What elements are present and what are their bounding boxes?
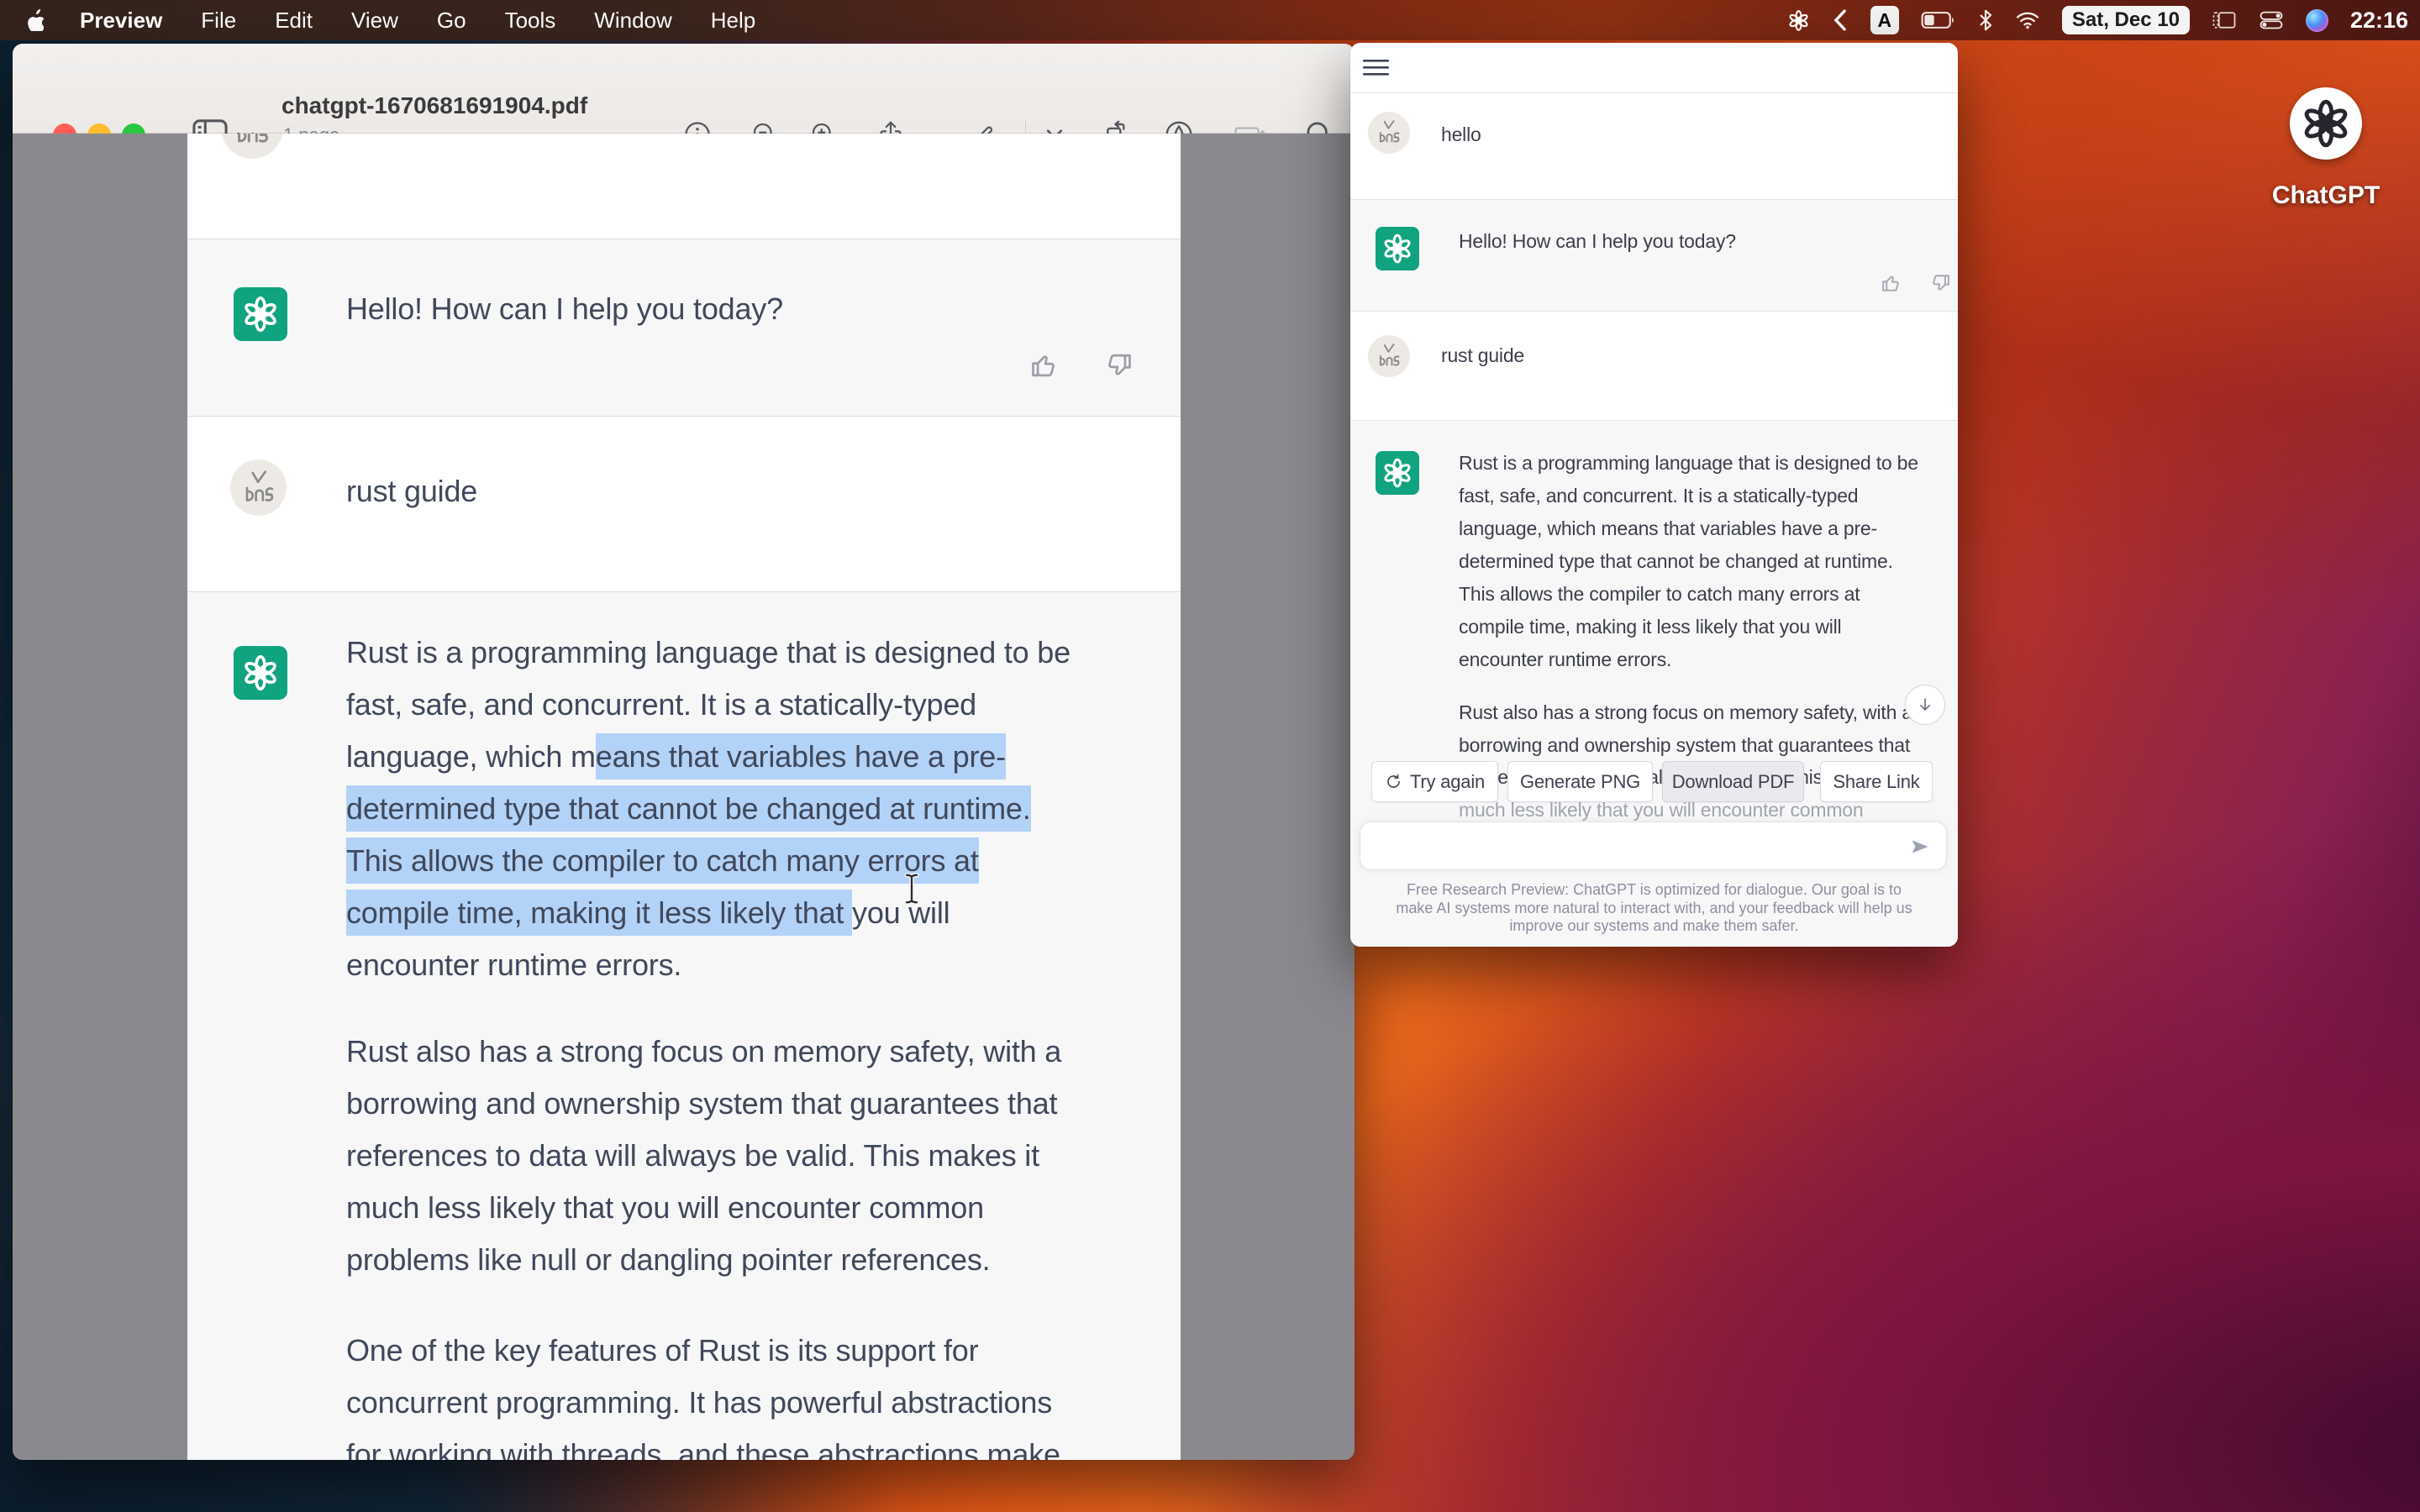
- chatgpt-avatar: [1376, 227, 1419, 270]
- wifi-icon[interactable]: [2015, 9, 2040, 31]
- chat-row-user-rust-guide: rust guide: [1350, 312, 1958, 420]
- selection-highlight: eans that variables have a pre-: [596, 733, 1006, 780]
- download-pdf-button[interactable]: Download PDF: [1662, 761, 1804, 802]
- pdf-row-user-rust-guide: rust guide: [187, 417, 1181, 591]
- chat-row-user-hello: hello: [1350, 93, 1958, 199]
- chat-row-assistant-hello: Hello! How can I help you today?: [1350, 200, 1958, 311]
- menu-go[interactable]: Go: [418, 0, 486, 40]
- user-avatar: [1368, 112, 1410, 154]
- pdf-row-user-hello: [187, 134, 1181, 239]
- pdf-row-assistant-hello: Hello! How can I help you today?: [187, 239, 1181, 416]
- chatgpt-avatar: [1376, 451, 1419, 495]
- chevron-left-icon[interactable]: [1832, 9, 1849, 31]
- user-avatar: [221, 134, 283, 159]
- thumbs-up-icon[interactable]: [1880, 271, 1903, 295]
- user-avatar: [1368, 335, 1410, 377]
- bluetooth-icon[interactable]: [1978, 8, 1993, 32]
- siri-icon[interactable]: [2306, 9, 2328, 32]
- retry-icon: [1385, 773, 1402, 790]
- send-icon[interactable]: [1909, 837, 1931, 857]
- text-line: determined type that cannot be changed a…: [346, 783, 1071, 835]
- menu-date[interactable]: Sat, Dec 10: [2062, 6, 2190, 34]
- apple-icon: [25, 9, 44, 31]
- download-pdf-label: Download PDF: [1672, 771, 1795, 793]
- share-link-button[interactable]: Share Link: [1820, 761, 1933, 802]
- text-line: This allows the compiler to catch many e…: [346, 835, 1071, 887]
- chat-input[interactable]: [1360, 822, 1947, 870]
- user-avatar: [230, 459, 287, 516]
- chat-paragraph-1: Rust is a programming language that is d…: [1459, 447, 1918, 676]
- selection-highlight: determined type that cannot be changed a…: [346, 785, 1031, 832]
- pdf-paragraph-1: Rust is a programming language that is d…: [346, 627, 1071, 991]
- apple-menu[interactable]: [0, 9, 60, 31]
- desktop-icon-chatgpt[interactable]: ChatGPT: [2259, 87, 2393, 210]
- chatgpt-window: hello Hello! How can I help you today? r…: [1350, 43, 1958, 947]
- selection-highlight: compile time, making it less likely that: [346, 890, 852, 936]
- text-line: language, which means that variables hav…: [346, 731, 1071, 783]
- pdf-row-assistant-rust: Rust is a programming language that is d…: [187, 592, 1181, 1460]
- menu-help[interactable]: Help: [692, 0, 775, 40]
- status-cluster: A Sat, Dec 10: [1787, 0, 2408, 40]
- try-again-label: Try again: [1410, 771, 1485, 793]
- chatgpt-avatar: [234, 646, 287, 700]
- control-center-icon[interactable]: [2259, 9, 2284, 31]
- pdf-page[interactable]: Hello! How can I help you today? rust gu…: [187, 134, 1181, 1460]
- openai-status-icon[interactable]: [1787, 9, 1810, 32]
- thumbs-down-icon[interactable]: [1102, 349, 1134, 381]
- thumbs-up-icon[interactable]: [1028, 349, 1060, 381]
- chatgpt-header: [1350, 43, 1958, 92]
- user-message: rust guide: [1441, 339, 1524, 372]
- assistant-message: Hello! How can I help you today?: [346, 283, 783, 335]
- preview-content-area: Hello! How can I help you today? rust gu…: [13, 134, 1355, 1460]
- pdf-paragraph-2: Rust also has a strong focus on memory s…: [346, 1026, 1061, 1286]
- screen-mirroring-icon[interactable]: [2212, 9, 2237, 31]
- menu-view[interactable]: View: [332, 0, 418, 40]
- preview-titlebar[interactable]: chatgpt-1670681691904.pdf 1 page: [13, 44, 1355, 134]
- text-line: Rust is a programming language that is d…: [346, 627, 1071, 679]
- menu-app-name[interactable]: Preview: [60, 0, 182, 40]
- user-message: rust guide: [346, 465, 477, 517]
- menu-tools[interactable]: Tools: [486, 0, 576, 40]
- generate-png-button[interactable]: Generate PNG: [1507, 761, 1653, 802]
- try-again-button[interactable]: Try again: [1371, 761, 1498, 802]
- ibeam-cursor: [902, 871, 922, 906]
- chat-footer-disclaimer: Free Research Preview: ChatGPT is optimi…: [1350, 881, 1958, 936]
- thumbs-down-icon[interactable]: [1928, 271, 1952, 295]
- assistant-message: Hello! How can I help you today?: [1459, 225, 1736, 258]
- menu-window[interactable]: Window: [575, 0, 691, 40]
- menu-file[interactable]: File: [182, 0, 255, 40]
- menu-time[interactable]: 22:16: [2350, 8, 2408, 34]
- menu-edit[interactable]: Edit: [255, 0, 332, 40]
- window-title: chatgpt-1670681691904.pdf: [281, 92, 587, 119]
- preview-window: chatgpt-1670681691904.pdf 1 page: [13, 44, 1355, 1460]
- user-message: hello: [1441, 118, 1481, 151]
- hamburger-menu-icon[interactable]: [1363, 60, 1389, 76]
- input-source-icon[interactable]: A: [1870, 6, 1899, 34]
- chatgpt-avatar: [234, 287, 287, 341]
- arrow-down-icon: [1916, 696, 1934, 714]
- selection-highlight: This allows the compiler to catch many e…: [346, 837, 979, 884]
- text-line: encounter runtime errors.: [346, 939, 1071, 991]
- battery-icon[interactable]: [1921, 9, 1956, 31]
- generate-png-label: Generate PNG: [1520, 771, 1640, 793]
- chat-paragraph-2: Rust also has a strong focus on memory s…: [1459, 696, 1912, 762]
- chatgpt-app-icon: [2290, 87, 2362, 160]
- share-link-label: Share Link: [1833, 771, 1919, 793]
- menu-bar: Preview File Edit View Go Tools Window H…: [0, 0, 2420, 40]
- scroll-to-bottom-button[interactable]: [1905, 685, 1945, 725]
- pdf-paragraph-3: One of the key features of Rust is its s…: [346, 1325, 1060, 1460]
- text-line: compile time, making it less likely that…: [346, 887, 1071, 939]
- text-line: fast, safe, and concurrent. It is a stat…: [346, 679, 1071, 731]
- desktop-icon-label: ChatGPT: [2259, 181, 2393, 210]
